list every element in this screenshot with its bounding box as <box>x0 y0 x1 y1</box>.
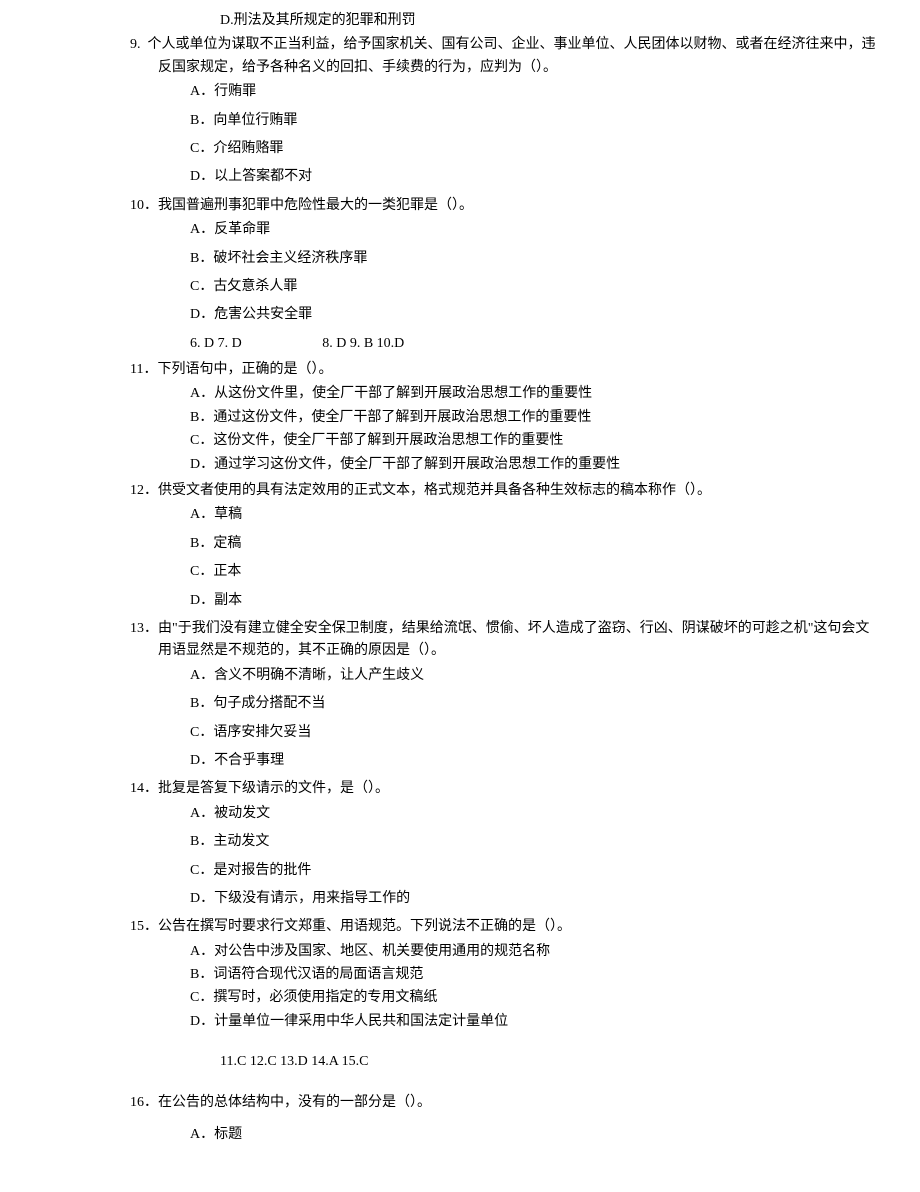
question-15: 15．公告在撰写时要求行文郑重、用语规范。下列说法不正确的是（）。 A．对公告中… <box>40 916 880 1033</box>
q14-stem: 14．批复是答复下级请示的文件，是（）。 <box>40 778 880 800</box>
q10-option-a: A．反革命罪 <box>40 219 880 241</box>
q12-option-b: B．定稿 <box>40 533 880 555</box>
q9-option-a: A．行贿罪 <box>40 81 880 103</box>
q10-stem: 10．我国普遍刑事犯罪中危险性最大的一类犯罪是（）。 <box>40 195 880 217</box>
question-9: 9. 个人或单位为谋取不正当利益，给予国家机关、国有公司、企业、事业单位、人民团… <box>40 34 880 188</box>
q13-option-a: A．含义不明确不清晰，让人产生歧义 <box>40 665 880 687</box>
q14-option-b: B．主动发文 <box>40 831 880 853</box>
q11-option-d: D．通过学习这份文件，使全厂干部了解到开展政治思想工作的重要性 <box>40 454 880 476</box>
q12-option-d: D．副本 <box>40 590 880 612</box>
q15-option-a: A．对公告中涉及国家、地区、机关要使用通用的规范名称 <box>40 941 880 963</box>
q12-option-a: A．草稿 <box>40 504 880 526</box>
q14-num: 14． <box>130 781 158 796</box>
q10-option-b: B．破坏社会主义经济秩序罪 <box>40 248 880 270</box>
q13-num: 13． <box>130 621 158 636</box>
question-10: 10．我国普遍刑事犯罪中危险性最大的一类犯罪是（）。 A．反革命罪 B．破坏社会… <box>40 195 880 327</box>
q15-option-d: D．计量单位一律采用中华人民共和国法定计量单位 <box>40 1011 880 1033</box>
q13-text: 由"于我们没有建立健全安全保卫制度，结果给流氓、惯偷、坏人造成了盗窃、行凶、阴谋… <box>158 621 869 658</box>
question-13: 13．由"于我们没有建立健全安全保卫制度，结果给流氓、惯偷、坏人造成了盗窃、行凶… <box>40 618 880 772</box>
q14-option-d: D．下级没有请示，用来指导工作的 <box>40 888 880 910</box>
answers-6-10: 6. D 7. D 8. D 9. B 10.D <box>40 333 880 355</box>
q11-num: 11． <box>130 362 157 377</box>
q12-stem: 12．供受文者使用的具有法定效用的正式文本，格式规范并具备各种生效标志的稿本称作… <box>40 480 880 502</box>
question-16: 16．在公告的总体结构中，没有的一部分是（）。 A．标题 <box>40 1092 880 1147</box>
q9-text: 个人或单位为谋取不正当利益，给予国家机关、国有公司、企业、事业单位、人民团体以财… <box>148 37 876 74</box>
q16-num: 16． <box>130 1095 158 1110</box>
q10-option-c: C．古攵意杀人罪 <box>40 276 880 298</box>
q14-option-c: C．是对报告的批件 <box>40 860 880 882</box>
q14-text: 批复是答复下级请示的文件，是（）。 <box>158 781 389 796</box>
q11-option-a: A．从这份文件里，使全厂干部了解到开展政治思想工作的重要性 <box>40 383 880 405</box>
q9-option-d: D．以上答案都不对 <box>40 166 880 188</box>
q11-option-b: B．通过这份文件，使全厂干部了解到开展政治思想工作的重要性 <box>40 407 880 429</box>
q12-text: 供受文者使用的具有法定效用的正式文本，格式规范并具备各种生效标志的稿本称作（）。 <box>158 483 711 498</box>
q11-option-c: C．这份文件，使全厂干部了解到开展政治思想工作的重要性 <box>40 430 880 452</box>
question-14: 14．批复是答复下级请示的文件，是（）。 A．被动发文 B．主动发文 C．是对报… <box>40 778 880 910</box>
q13-option-d: D．不合乎事理 <box>40 750 880 772</box>
q16-stem: 16．在公告的总体结构中，没有的一部分是（）。 <box>40 1092 880 1114</box>
q16-option-a: A．标题 <box>40 1124 880 1146</box>
q9-option-c: C．介绍贿赂罪 <box>40 138 880 160</box>
q15-option-b: B．词语符合现代汉语的局面语言规范 <box>40 964 880 986</box>
q10-num: 10． <box>130 198 158 213</box>
q15-option-c: C．撰写时，必须使用指定的专用文稿纸 <box>40 987 880 1009</box>
q11-stem: 11．下列语句中，正确的是（）。 <box>40 359 880 381</box>
question-12: 12．供受文者使用的具有法定效用的正式文本，格式规范并具备各种生效标志的稿本称作… <box>40 480 880 612</box>
q13-option-b: B．句子成分搭配不当 <box>40 693 880 715</box>
q9-num: 9. <box>130 37 141 52</box>
q16-text: 在公告的总体结构中，没有的一部分是（）。 <box>158 1095 431 1110</box>
q12-num: 12． <box>130 483 158 498</box>
q11-text: 下列语句中，正确的是（）。 <box>157 362 332 377</box>
q15-text: 公告在撰写时要求行文郑重、用语规范。下列说法不正确的是（）。 <box>158 919 571 934</box>
answers-11-15: 11.C 12.C 13.D 14.A 15.C <box>40 1051 880 1073</box>
q10-text: 我国普遍刑事犯罪中危险性最大的一类犯罪是（）。 <box>158 198 473 213</box>
q10-option-d: D．危害公共安全罪 <box>40 304 880 326</box>
q12-option-c: C．正本 <box>40 561 880 583</box>
q9-option-b: B．向单位行贿罪 <box>40 110 880 132</box>
q14-option-a: A．被动发文 <box>40 803 880 825</box>
q15-stem: 15．公告在撰写时要求行文郑重、用语规范。下列说法不正确的是（）。 <box>40 916 880 938</box>
question-11: 11．下列语句中，正确的是（）。 A．从这份文件里，使全厂干部了解到开展政治思想… <box>40 359 880 476</box>
q8-option-d: D.刑法及其所规定的犯罪和刑罚 <box>40 10 880 32</box>
q13-option-c: C．语序安排欠妥当 <box>40 722 880 744</box>
q13-stem: 13．由"于我们没有建立健全安全保卫制度，结果给流氓、惯偷、坏人造成了盗窃、行凶… <box>40 618 880 663</box>
q15-num: 15． <box>130 919 158 934</box>
q9-stem: 9. 个人或单位为谋取不正当利益，给予国家机关、国有公司、企业、事业单位、人民团… <box>40 34 880 79</box>
